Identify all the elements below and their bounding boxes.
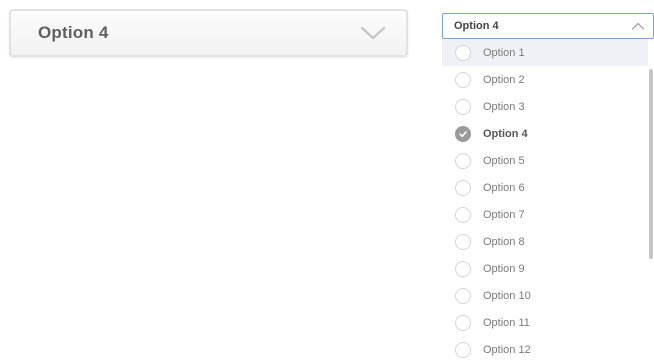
dropdown-option[interactable]: Option 4 xyxy=(442,120,648,147)
dropdown-selected-value: Option 4 xyxy=(454,20,499,32)
dropdown-option[interactable]: Option 3 xyxy=(442,93,648,120)
dropdown-option[interactable]: Option 5 xyxy=(442,147,648,174)
selected-value: Option 4 xyxy=(38,23,109,42)
radio-circle-icon xyxy=(455,179,471,196)
dropdown-header[interactable]: Option 4 xyxy=(442,13,654,39)
chevron-down-icon xyxy=(360,25,386,41)
dropdown-option-label: Option 11 xyxy=(483,316,530,329)
dropdown-scrollbar[interactable] xyxy=(648,39,654,364)
option-select-closed[interactable]: Option 4 xyxy=(9,9,408,57)
dropdown-option-label: Option 10 xyxy=(483,289,531,302)
dropdown-option[interactable]: Option 11 xyxy=(442,309,648,336)
radio-circle-icon xyxy=(455,287,471,304)
dropdown-option[interactable]: Option 12 xyxy=(442,336,648,363)
radio-circle-icon xyxy=(455,341,471,358)
dropdown-option[interactable]: Option 9 xyxy=(442,255,648,282)
dropdown-option-label: Option 12 xyxy=(483,343,531,356)
dropdown-option-label: Option 3 xyxy=(483,100,525,113)
dropdown-option[interactable]: Option 6 xyxy=(442,174,648,201)
dropdown-option[interactable]: Option 2 xyxy=(442,66,648,93)
check-circle-icon xyxy=(455,125,471,142)
dropdown-option-label: Option 6 xyxy=(483,181,525,194)
dropdown-list: Option 1 Option 2 Option 3 Option 4 Option 5… xyxy=(442,39,654,364)
dropdown-option-label: Option 4 xyxy=(483,127,528,140)
radio-circle-icon xyxy=(455,206,471,223)
radio-circle-icon xyxy=(455,233,471,250)
scrollbar-thumb[interactable] xyxy=(649,69,653,259)
dropdown-option-label: Option 7 xyxy=(483,208,525,221)
chevron-up-icon xyxy=(631,21,645,31)
dropdown-option-label: Option 8 xyxy=(483,235,525,248)
dropdown-option-label: Option 5 xyxy=(483,154,525,167)
dropdown-option[interactable]: Option 10 xyxy=(442,282,648,309)
dropdown-option[interactable]: Option 7 xyxy=(442,201,648,228)
dropdown-option[interactable]: Option 8 xyxy=(442,228,648,255)
dropdown-option-label: Option 2 xyxy=(483,73,525,86)
radio-circle-icon xyxy=(455,71,471,88)
dropdown-option-label: Option 1 xyxy=(483,46,525,59)
radio-circle-icon xyxy=(455,314,471,331)
radio-circle-icon xyxy=(455,98,471,115)
radio-circle-icon xyxy=(455,152,471,169)
dropdown-option[interactable]: Option 1 xyxy=(442,39,648,66)
radio-circle-icon xyxy=(455,260,471,277)
dropdown-option-label: Option 9 xyxy=(483,262,525,275)
canvas: Option 4 Option 4 Option 1 Option 2 Option… xyxy=(0,0,654,364)
option-select-open: Option 4 Option 1 Option 2 Option 3 Option … xyxy=(442,13,654,364)
radio-circle-icon xyxy=(455,44,471,61)
